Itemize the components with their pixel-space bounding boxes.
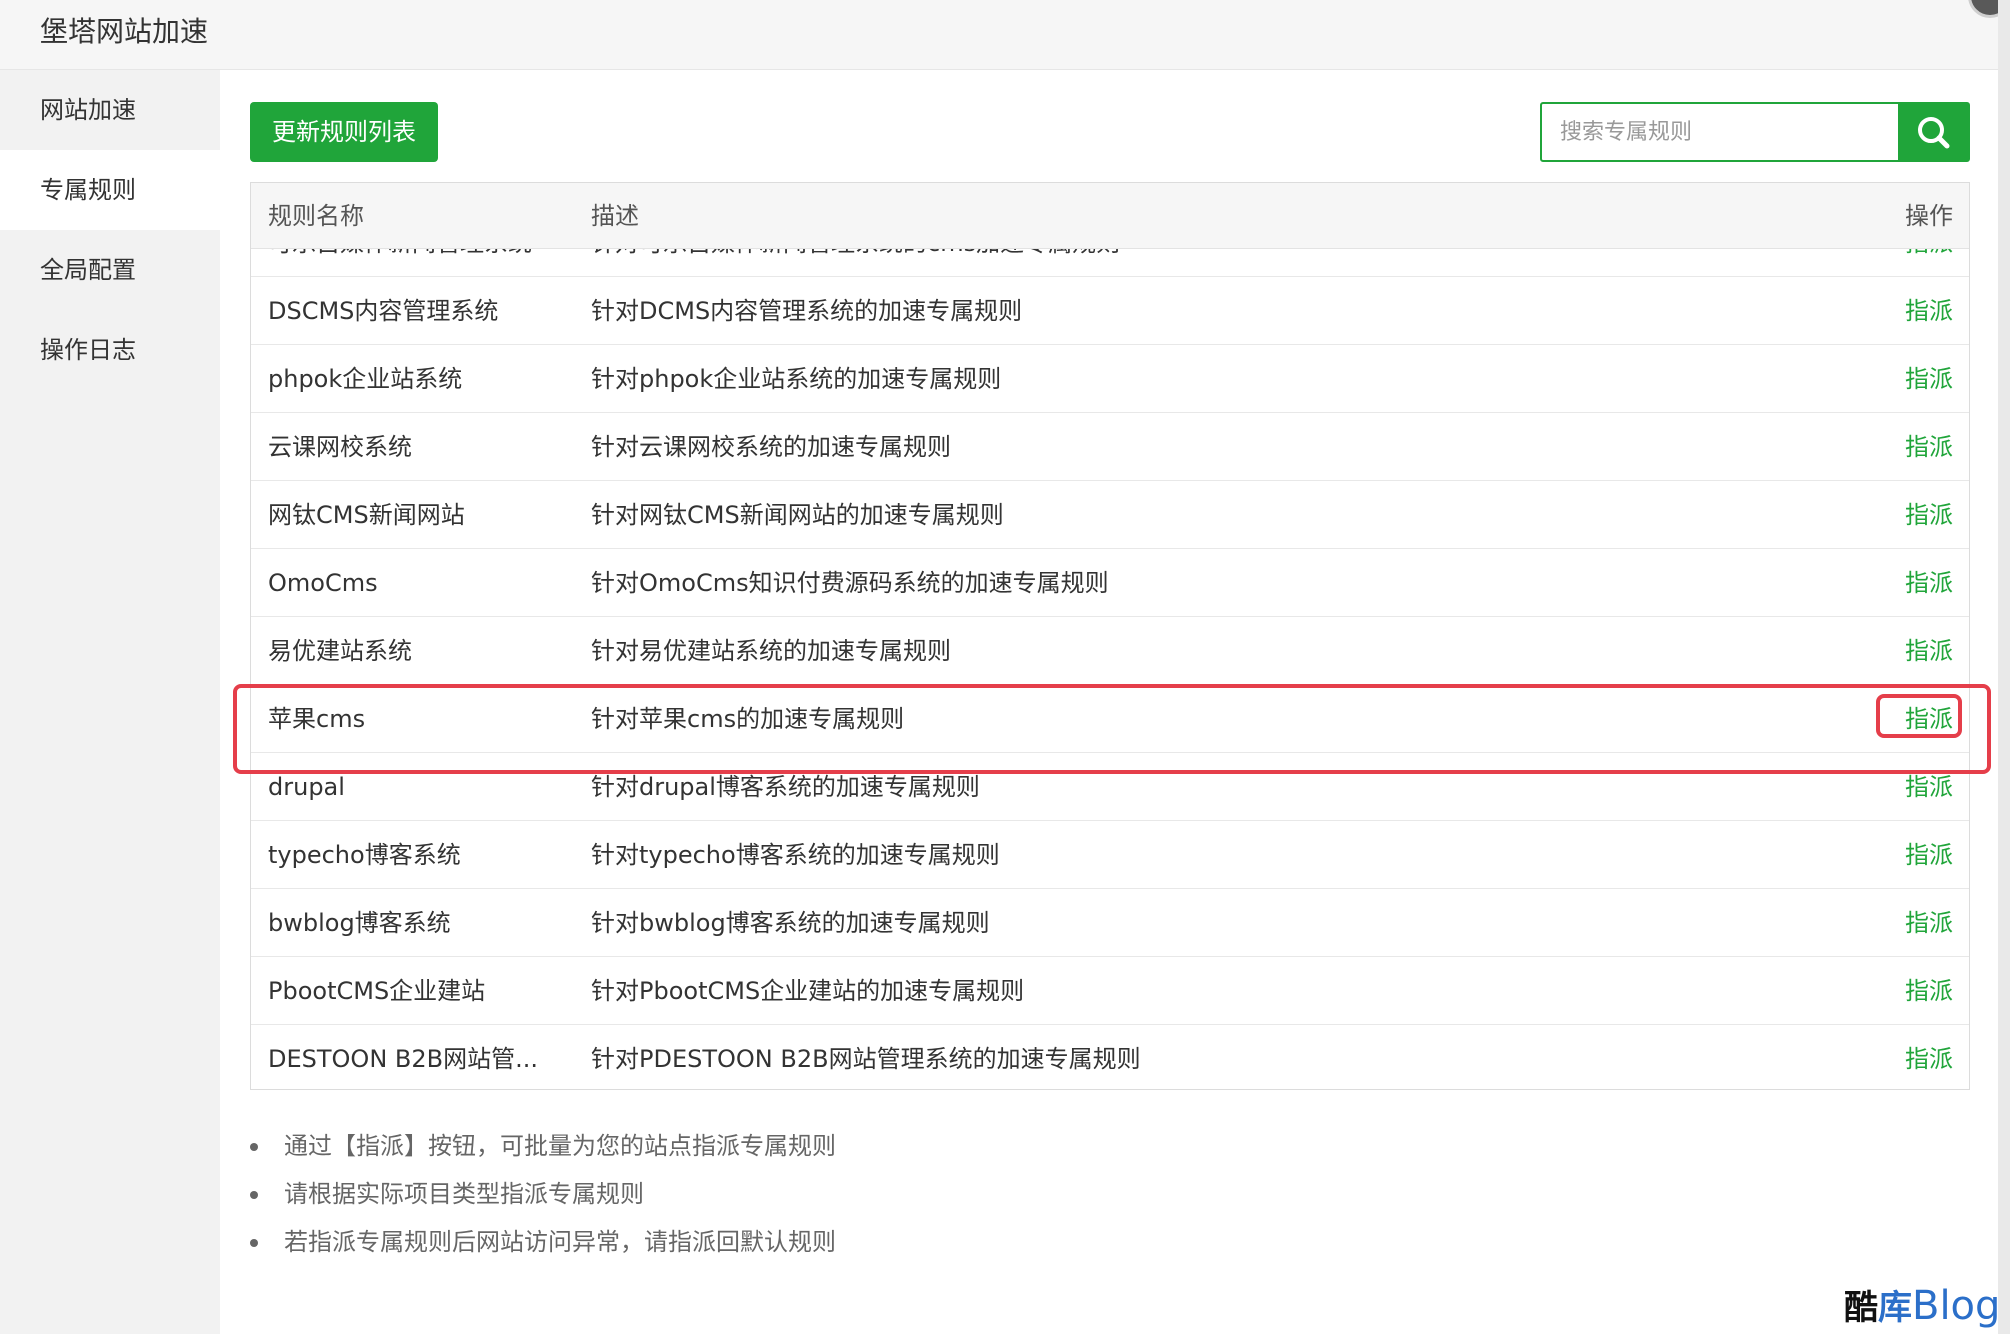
- rule-name: DESTOON B2B网站管...: [268, 1045, 538, 1073]
- rule-description: 针对易优建站系统的加速专属规则: [591, 637, 951, 665]
- table-row: drupal 针对drupal博客系统的加速专属规则 指派: [251, 753, 1969, 821]
- search-box: [1540, 102, 1970, 162]
- watermark-part2: 库: [1878, 1288, 1912, 1328]
- rule-description: 针对DCMS内容管理系统的加速专属规则: [591, 297, 1023, 325]
- tip-item: 若指派专属规则后网站访问异常，请指派回默认规则: [250, 1218, 1450, 1266]
- assign-link[interactable]: 指派: [1905, 889, 1953, 957]
- rule-description: 针对typecho博客系统的加速专属规则: [591, 841, 1000, 869]
- assign-link[interactable]: 指派: [1905, 685, 1953, 753]
- table-row: DSCMS内容管理系统 针对DCMS内容管理系统的加速专属规则 指派: [251, 277, 1969, 345]
- rule-name: 易优建站系统: [268, 637, 412, 665]
- rule-name: phpok企业站系统: [268, 365, 463, 393]
- tip-text: 若指派专属规则后网站访问异常，请指派回默认规则: [284, 1228, 836, 1256]
- table-row: 可乐自媒体新闻管理系统 针对可乐自媒体新闻管理系统的cms加速专属规则 指派: [251, 249, 1969, 277]
- sidebar-item-exclusive-rules[interactable]: 专属规则: [0, 150, 220, 230]
- table-row: typecho博客系统 针对typecho博客系统的加速专属规则 指派: [251, 821, 1969, 889]
- rule-description: 针对PDESTOON B2B网站管理系统的加速专属规则: [591, 1045, 1141, 1073]
- search-icon: [1918, 117, 1950, 149]
- rule-name: 云课网校系统: [268, 433, 412, 461]
- tip-text: 通过【指派】按钮，可批量为您的站点指派专属规则: [284, 1132, 836, 1160]
- rule-name: OmoCms: [268, 569, 378, 597]
- title-bar: 堡塔网站加速: [0, 0, 2000, 70]
- rule-name: 网钛CMS新闻网站: [268, 501, 465, 529]
- rule-name: 可乐自媒体新闻管理系统: [268, 249, 558, 277]
- tip-item: 通过【指派】按钮，可批量为您的站点指派专属规则: [250, 1122, 1450, 1170]
- update-rules-button[interactable]: 更新规则列表: [250, 102, 438, 162]
- rule-description: 针对云课网校系统的加速专属规则: [591, 433, 951, 461]
- search-input[interactable]: [1542, 104, 1900, 160]
- window-title: 堡塔网站加速: [40, 15, 209, 48]
- assign-link[interactable]: 指派: [1905, 277, 1953, 345]
- rules-table: 规则名称 描述 操作 可乐自媒体新闻管理系统 针对可乐自媒体新闻管理系统的cms…: [250, 182, 1970, 1090]
- rule-description: 针对drupal博客系统的加速专属规则: [591, 773, 980, 801]
- table-row: 易优建站系统 针对易优建站系统的加速专属规则 指派: [251, 617, 1969, 685]
- table-row: OmoCms 针对OmoCms知识付费源码系统的加速专属规则 指派: [251, 549, 1969, 617]
- tips-list: 通过【指派】按钮，可批量为您的站点指派专属规则 请根据实际项目类型指派专属规则 …: [250, 1122, 1450, 1266]
- header-operation: 操作: [1905, 202, 1953, 230]
- watermark: 酷库Blog: [1844, 1280, 2000, 1332]
- rule-name: DSCMS内容管理系统: [268, 297, 499, 325]
- rule-name: drupal: [268, 773, 345, 801]
- tip-text: 请根据实际项目类型指派专属规则: [284, 1180, 644, 1208]
- sidebar-item-global-config[interactable]: 全局配置: [0, 230, 220, 310]
- assign-link[interactable]: 指派: [1905, 957, 1953, 1025]
- header-description: 描述: [591, 202, 639, 230]
- table-row: DESTOON B2B网站管... 针对PDESTOON B2B网站管理系统的加…: [251, 1025, 1969, 1089]
- table-header: 规则名称 描述 操作: [251, 183, 1969, 249]
- table-row: phpok企业站系统 针对phpok企业站系统的加速专属规则 指派: [251, 345, 1969, 413]
- table-body[interactable]: 可乐自媒体新闻管理系统 针对可乐自媒体新闻管理系统的cms加速专属规则 指派 D…: [251, 249, 1969, 1089]
- window-edge: [1998, 0, 2010, 1334]
- assign-link[interactable]: 指派: [1905, 821, 1953, 889]
- rule-name: typecho博客系统: [268, 841, 461, 869]
- assign-link[interactable]: 指派: [1905, 617, 1953, 685]
- table-row: bwblog博客系统 针对bwblog博客系统的加速专属规则 指派: [251, 889, 1969, 957]
- sidebar: 网站加速 专属规则 全局配置 操作日志: [0, 70, 220, 1334]
- rule-description: 针对phpok企业站系统的加速专属规则: [591, 365, 1002, 393]
- assign-link[interactable]: 指派: [1905, 345, 1953, 413]
- rule-description: 针对bwblog博客系统的加速专属规则: [591, 909, 990, 937]
- watermark-part3: Blog: [1912, 1283, 2001, 1329]
- assign-link[interactable]: 指派: [1905, 249, 1953, 277]
- header-rule-name: 规则名称: [268, 202, 364, 230]
- rule-description: 针对苹果cms的加速专属规则: [591, 705, 905, 733]
- watermark-part1: 酷: [1844, 1288, 1878, 1328]
- rule-name: bwblog博客系统: [268, 909, 451, 937]
- table-row: 云课网校系统 针对云课网校系统的加速专属规则 指派: [251, 413, 1969, 481]
- bullet-icon: [250, 1191, 258, 1199]
- assign-link[interactable]: 指派: [1905, 549, 1953, 617]
- rule-description: 针对PbootCMS企业建站的加速专属规则: [591, 977, 1025, 1005]
- bullet-icon: [250, 1143, 258, 1151]
- search-button[interactable]: [1898, 104, 1968, 160]
- rule-name: PbootCMS企业建站: [268, 977, 486, 1005]
- rule-description: 针对可乐自媒体新闻管理系统的cms加速专属规则: [591, 249, 1791, 277]
- rule-description: 针对网钛CMS新闻网站的加速专属规则: [591, 501, 1004, 529]
- rule-name: 苹果cms: [268, 705, 366, 733]
- sidebar-item-site-acceleration[interactable]: 网站加速: [0, 70, 220, 150]
- assign-link[interactable]: 指派: [1905, 413, 1953, 481]
- sidebar-item-operation-log[interactable]: 操作日志: [0, 310, 220, 390]
- table-row-highlighted: 苹果cms 针对苹果cms的加速专属规则 指派: [251, 685, 1969, 753]
- assign-link[interactable]: 指派: [1905, 1025, 1953, 1089]
- assign-link[interactable]: 指派: [1905, 481, 1953, 549]
- bullet-icon: [250, 1239, 258, 1247]
- assign-link[interactable]: 指派: [1905, 753, 1953, 821]
- rule-description: 针对OmoCms知识付费源码系统的加速专属规则: [591, 569, 1109, 597]
- tip-item: 请根据实际项目类型指派专属规则: [250, 1170, 1450, 1218]
- table-row: 网钛CMS新闻网站 针对网钛CMS新闻网站的加速专属规则 指派: [251, 481, 1969, 549]
- table-row: PbootCMS企业建站 针对PbootCMS企业建站的加速专属规则 指派: [251, 957, 1969, 1025]
